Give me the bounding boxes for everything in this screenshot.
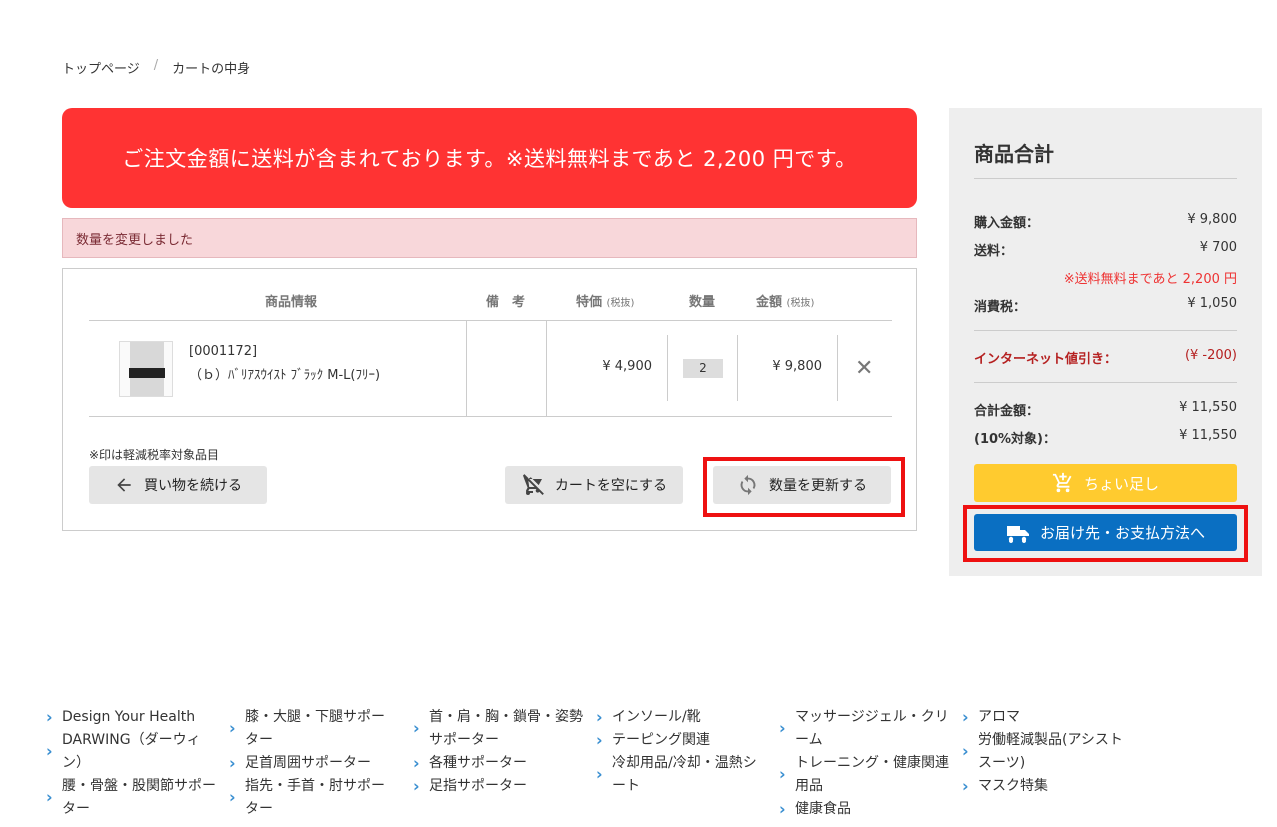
highlight-checkout-button [963, 505, 1248, 562]
remove-item-icon[interactable]: ✕ [855, 358, 873, 380]
footer-link[interactable]: アロマ [962, 706, 1132, 729]
footer-column-2: 膝・大腿・下腿サポーター 足首周囲サポーター 指先・手首・肘サポーター [229, 706, 394, 821]
taxable-row: (10%対象)： ¥ 11,550 [974, 428, 1237, 447]
footer-link[interactable]: テーピング関連 [596, 729, 761, 752]
header-qty: 数量 [689, 295, 716, 310]
footer-link[interactable]: 各種サポーター [413, 752, 593, 775]
shipping-notice-banner: ご注文金額に送料が含まれております。※送料無料まであと 2,200 円です。 [62, 108, 917, 208]
product-name-link[interactable]: （ｂ）ﾊﾞﾘｱｽｳｲｽﾄ ﾌﾞﾗｯｸ M-L(ﾌﾘｰ) [189, 364, 380, 383]
footer-column-4: インソール/靴 テーピング関連 冷却用品/冷却・温熱シート [596, 706, 761, 798]
continue-shopping-label: 買い物を続ける [144, 478, 242, 494]
footer-link[interactable]: 腰・骨盤・股関節サポーター [46, 775, 216, 821]
footer-link[interactable]: マスク特集 [962, 775, 1132, 798]
continue-shopping-button[interactable]: 買い物を続ける [89, 466, 267, 504]
header-amount: 金額 (税抜) [756, 295, 815, 310]
breadcrumb-separator: / [153, 58, 159, 73]
table-row: [0001172] （ｂ）ﾊﾞﾘｱｽｳｲｽﾄ ﾌﾞﾗｯｸ M-L(ﾌﾘｰ) ¥ … [89, 321, 892, 417]
footer-category-links: Design Your Health DARWING（ダーウィン） 腰・骨盤・股… [46, 706, 1246, 827]
breadcrumb-home-link[interactable]: トップページ [62, 58, 140, 77]
summary-title: 商品合計 [974, 142, 1054, 166]
add-cart-icon [1052, 472, 1072, 493]
footer-link[interactable]: 労働軽減製品(アシストスーツ) [962, 729, 1132, 775]
product-thumbnail[interactable] [119, 341, 173, 397]
footer-link[interactable]: 足指サポーター [413, 775, 593, 798]
addon-button[interactable]: ちょい足し [974, 464, 1237, 502]
footer-link[interactable]: 首・肩・胸・鎖骨・姿勢サポーター [413, 706, 593, 752]
header-memo: 備 考 [486, 295, 526, 310]
shipping-row: 送料： ¥ 700 [974, 240, 1237, 259]
product-amount: ¥ 9,800 [772, 359, 822, 374]
tax-row: 消費税： ¥ 1,050 [974, 296, 1237, 315]
footer-link[interactable]: 健康食品 [779, 798, 959, 821]
footer-column-3: 首・肩・胸・鎖骨・姿勢サポーター 各種サポーター 足指サポーター [413, 706, 593, 798]
footer-link[interactable]: DARWING（ダーウィン） [46, 729, 216, 775]
highlight-update-button [703, 457, 905, 517]
discount-row: インターネット値引き： (¥ -200) [974, 348, 1237, 367]
header-product: 商品情報 [265, 295, 318, 310]
footer-column-5: マッサージジェル・クリーム トレーニング・健康関連用品 健康食品 [779, 706, 959, 821]
empty-cart-button[interactable]: カートを空にする [505, 466, 683, 504]
cart-table-header: 商品情報 備 考 特価 (税抜) 数量 金額 (税抜) [89, 287, 892, 321]
total-row: 合計金額： ¥ 11,550 [974, 400, 1237, 419]
footer-column-6: アロマ 労働軽減製品(アシストスーツ) マスク特集 [962, 706, 1132, 798]
free-shipping-note: ※送料無料まであと 2,200 円 [1063, 272, 1237, 287]
footer-link[interactable]: トレーニング・健康関連用品 [779, 752, 959, 798]
footer-link[interactable]: インソール/靴 [596, 706, 761, 729]
arrow-left-icon [117, 478, 131, 492]
footer-link[interactable]: 足首周囲サポーター [229, 752, 394, 775]
footer-link[interactable]: 膝・大腿・下腿サポーター [229, 706, 394, 752]
empty-cart-label: カートを空にする [554, 478, 668, 494]
remove-cart-icon [522, 474, 544, 495]
header-price: 特価 (税抜) [576, 295, 635, 310]
footer-column-1: Design Your Health DARWING（ダーウィン） 腰・骨盤・股… [46, 706, 216, 821]
product-memo-cell [466, 321, 547, 417]
product-price: ¥ 4,900 [602, 359, 652, 374]
footer-link[interactable]: 冷却用品/冷却・温熱シート [596, 752, 761, 798]
footer-link[interactable]: Design Your Health [46, 706, 216, 729]
quantity-changed-alert: 数量を変更しました [62, 218, 917, 258]
quantity-input[interactable]: 2 [683, 359, 723, 378]
addon-label: ちょい足し [1083, 474, 1159, 493]
purchase-amount-row: 購入金額： ¥ 9,800 [974, 212, 1237, 231]
breadcrumb-current: カートの中身 [172, 62, 251, 77]
breadcrumb: トップページ / カートの中身 [62, 58, 250, 77]
footer-link[interactable]: 指先・手首・肘サポーター [229, 775, 394, 821]
product-code: [0001172] [189, 344, 258, 359]
footer-link[interactable]: マッサージジェル・クリーム [779, 706, 959, 752]
reduced-tax-note: ※印は軽減税率対象品目 [89, 448, 220, 462]
